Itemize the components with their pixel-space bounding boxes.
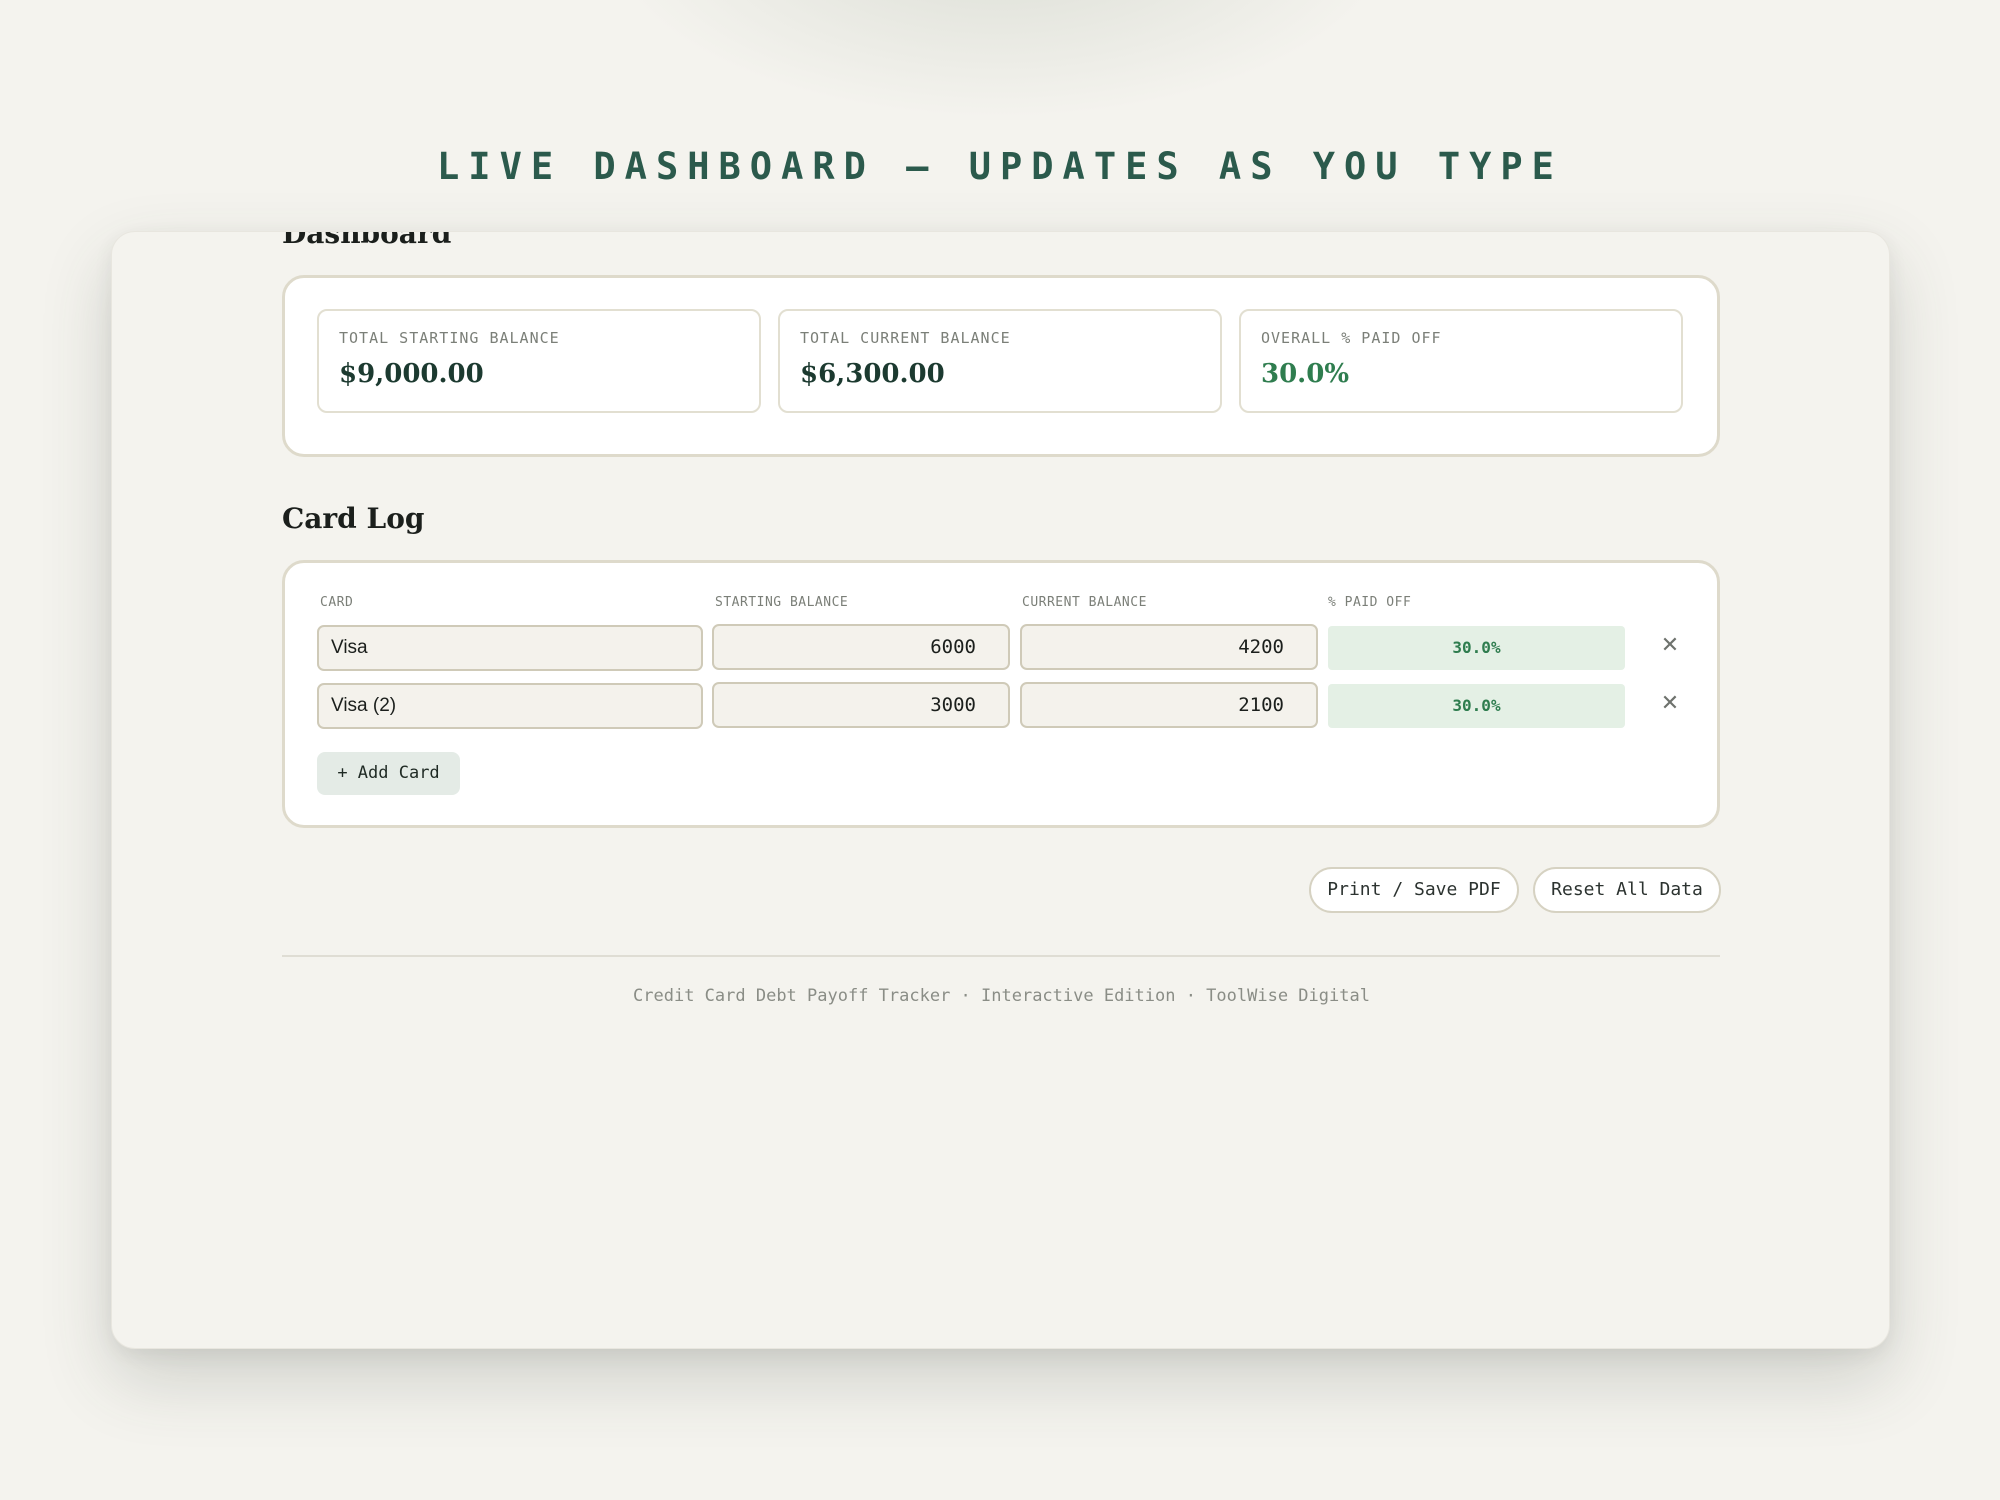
dashboard-box: TOTAL STARTING BALANCE $9,000.00 TOTAL C… [282,275,1720,457]
tracker-panel: Dashboard TOTAL STARTING BALANCE $9,000.… [111,231,1890,1349]
column-header-current: CURRENT BALANCE [1022,595,1147,610]
stat-total-starting: TOTAL STARTING BALANCE $9,000.00 [317,309,761,413]
stat-overall-paid: OVERALL % PAID OFF 30.0% [1239,309,1683,413]
stat-total-current: TOTAL CURRENT BALANCE $6,300.00 [778,309,1222,413]
delete-row-icon[interactable]: ✕ [1655,689,1685,719]
starting-balance-input[interactable]: 6000 [712,624,1010,670]
stat-label: TOTAL STARTING BALANCE [339,329,560,347]
add-card-button[interactable]: + Add Card [317,752,460,795]
stat-value: 30.0% [1261,359,1350,389]
card-name-input[interactable]: Visa (2) [317,683,703,729]
card-log-title: Card Log [282,502,425,535]
column-header-card: CARD [320,595,354,610]
column-header-starting: STARTING BALANCE [715,595,849,610]
current-balance-input[interactable]: 2100 [1020,682,1318,728]
stat-label: OVERALL % PAID OFF [1261,329,1442,347]
column-header-paid: % PAID OFF [1328,595,1412,610]
page-headline: LIVE DASHBOARD — UPDATES AS YOU TYPE [437,145,1563,188]
dashboard-title: Dashboard [282,231,452,250]
reset-all-data-button[interactable]: Reset All Data [1533,867,1721,913]
starting-balance-input[interactable]: 3000 [712,682,1010,728]
card-log-box: CARD STARTING BALANCE CURRENT BALANCE % … [282,560,1720,828]
footer-divider [282,955,1720,957]
stat-value: $9,000.00 [339,359,484,389]
stat-value: $6,300.00 [800,359,945,389]
footer-text: Credit Card Debt Payoff Tracker · Intera… [633,986,1370,1006]
stat-label: TOTAL CURRENT BALANCE [800,329,1011,347]
paid-off-badge: 30.0% [1328,626,1625,670]
current-balance-input[interactable]: 4200 [1020,624,1318,670]
card-name-input[interactable]: Visa [317,625,703,671]
background-glow [600,0,1400,120]
delete-row-icon[interactable]: ✕ [1655,631,1685,661]
paid-off-badge: 30.0% [1328,684,1625,728]
print-save-pdf-button[interactable]: Print / Save PDF [1309,867,1519,913]
